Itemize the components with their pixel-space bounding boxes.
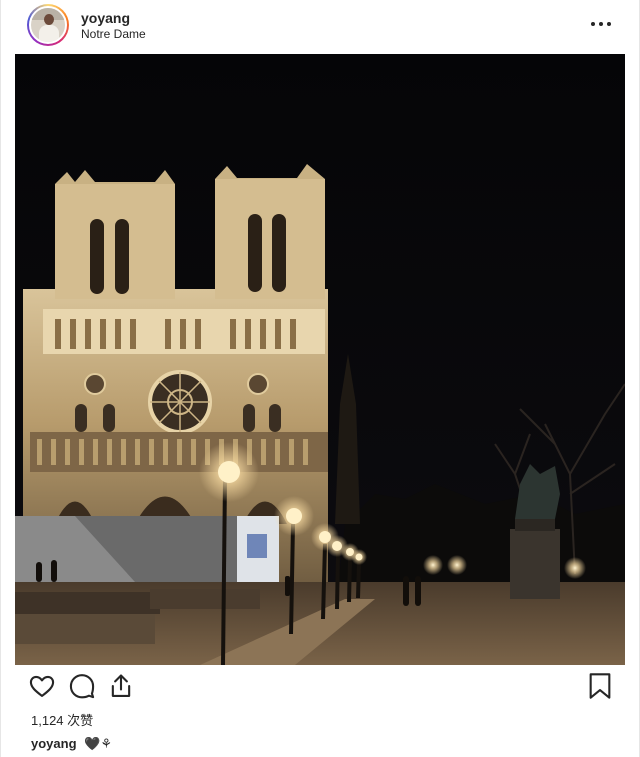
location-link[interactable]: Notre Dame bbox=[81, 27, 146, 41]
comment-icon[interactable] bbox=[68, 672, 98, 702]
more-options-icon[interactable] bbox=[590, 14, 612, 34]
share-icon[interactable] bbox=[107, 672, 137, 702]
username-link[interactable]: yoyang bbox=[81, 10, 130, 26]
post-header: yoyang Notre Dame bbox=[1, 0, 640, 54]
bookmark-icon[interactable] bbox=[587, 672, 617, 702]
likes-count[interactable]: 1,124 次赞 bbox=[31, 710, 93, 729]
instagram-post: yoyang Notre Dame 1,124 次赞 yoyang 🖤⚘ bbox=[0, 0, 640, 757]
caption: yoyang 🖤⚘ bbox=[31, 736, 112, 752]
caption-username[interactable]: yoyang bbox=[31, 736, 77, 751]
avatar[interactable] bbox=[27, 4, 69, 46]
caption-text: 🖤⚘ bbox=[84, 736, 112, 751]
heart-icon[interactable] bbox=[28, 672, 58, 702]
post-actions bbox=[1, 672, 640, 708]
post-photo[interactable] bbox=[15, 54, 625, 665]
avatar-image bbox=[29, 6, 67, 44]
